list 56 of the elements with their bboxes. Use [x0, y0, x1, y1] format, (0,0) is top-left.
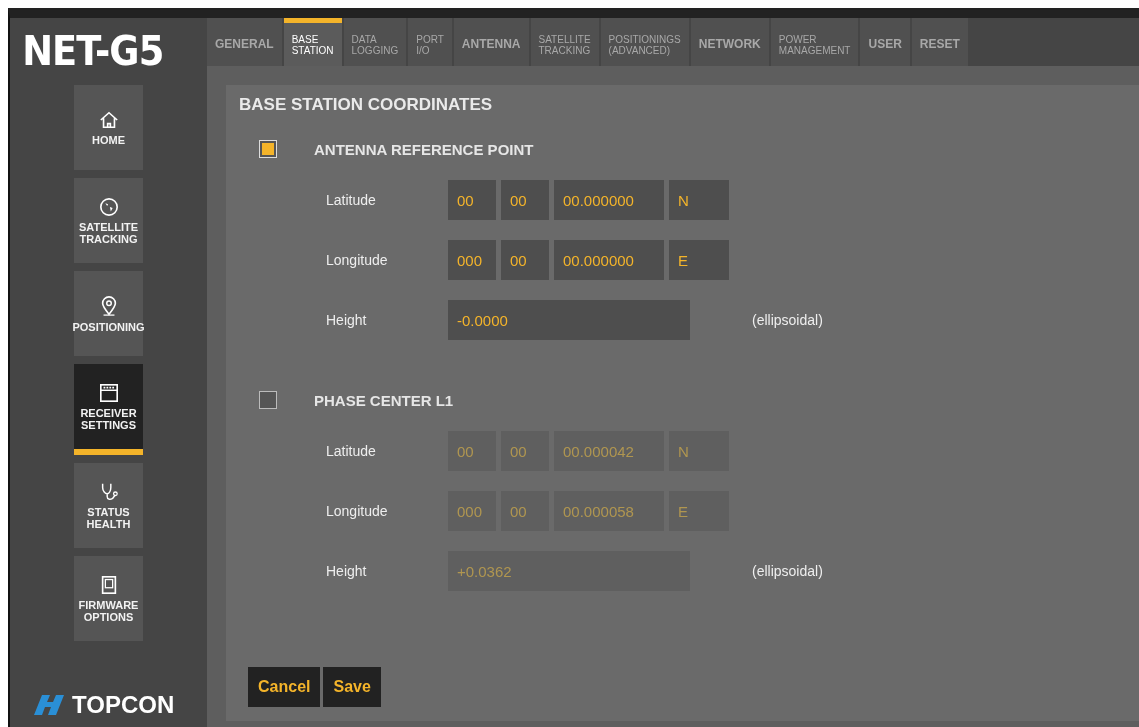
field-label: Longitude	[326, 252, 389, 268]
sidebar-item[interactable]: HOME	[74, 85, 143, 170]
nav-tab[interactable]: GENERAL	[207, 18, 282, 66]
nav-tab[interactable]: BASE STATION	[283, 18, 342, 66]
nav-tab[interactable]: USER	[860, 18, 910, 66]
nav-tab[interactable]: RESET	[911, 18, 968, 66]
nav-tab[interactable]: ANTENNA	[453, 18, 529, 66]
sidebar-item[interactable]: FIRMWARE OPTIONS	[74, 556, 143, 641]
unit-note: (ellipsoidal)	[752, 312, 823, 328]
input-field[interactable]: N	[669, 431, 729, 471]
active-indicator	[74, 449, 143, 455]
nav-tab[interactable]: PORT I/O	[408, 18, 452, 66]
nav-tab[interactable]: POWER MANAGEMENT	[770, 18, 859, 66]
receiver-icon	[98, 382, 119, 403]
product-logo: NET-G5	[22, 27, 164, 76]
sidebar-item[interactable]: STATUS HEALTH	[74, 463, 143, 548]
section-title: ANTENNA REFERENCE POINT	[314, 140, 534, 158]
input-field[interactable]: 00.000042	[554, 431, 664, 471]
input-field[interactable]: 000	[448, 240, 496, 280]
input-field[interactable]: +0.0362	[448, 551, 690, 591]
home-icon	[98, 109, 119, 130]
input-field[interactable]: 00	[501, 180, 549, 220]
input-field[interactable]: 00.000000	[554, 180, 664, 220]
brand-logo-text: TOPCON	[72, 691, 175, 719]
input-field[interactable]: 00.000000	[554, 240, 664, 280]
sidebar-item[interactable]: POSITIONING	[74, 271, 143, 356]
field-label: Latitude	[326, 192, 377, 208]
input-field[interactable]: 00.000058	[554, 491, 664, 531]
input-field[interactable]: 00	[448, 431, 496, 471]
panel-title: BASE STATION COORDINATES	[239, 95, 494, 115]
checkbox[interactable]	[259, 140, 277, 158]
checkbox[interactable]	[259, 391, 277, 409]
action-button[interactable]: Cancel	[248, 667, 321, 707]
sidebar-item[interactable]: SATELLITE TRACKING	[74, 178, 143, 263]
nav-tab[interactable]: POSITIONINGS (ADVANCED)	[600, 18, 689, 66]
input-field[interactable]: 00	[501, 491, 549, 531]
input-field[interactable]: N	[669, 180, 729, 220]
field-label: Latitude	[326, 443, 377, 459]
unit-note: (ellipsoidal)	[752, 563, 823, 579]
field-label: Height	[326, 312, 368, 328]
globe-icon	[98, 196, 119, 217]
sidebar-item[interactable]: RECEIVER SETTINGS	[74, 364, 143, 449]
input-field[interactable]: E	[669, 240, 729, 280]
action-button[interactable]: Save	[323, 667, 381, 707]
nav-tab[interactable]: DATA LOGGING	[343, 18, 407, 66]
nav-tab[interactable]: SATELLITE TRACKING	[530, 18, 599, 66]
input-field[interactable]: 00	[501, 431, 549, 471]
section-title: PHASE CENTER L1	[314, 391, 454, 409]
field-label: Longitude	[326, 503, 389, 519]
input-field[interactable]: -0.0000	[448, 300, 690, 340]
input-field[interactable]: 000	[448, 491, 496, 531]
input-field[interactable]: 00	[501, 240, 549, 280]
nav-tab[interactable]: NETWORK	[690, 18, 769, 66]
input-field[interactable]: E	[669, 491, 729, 531]
input-field[interactable]: 00	[448, 180, 496, 220]
field-label: Height	[326, 563, 368, 579]
